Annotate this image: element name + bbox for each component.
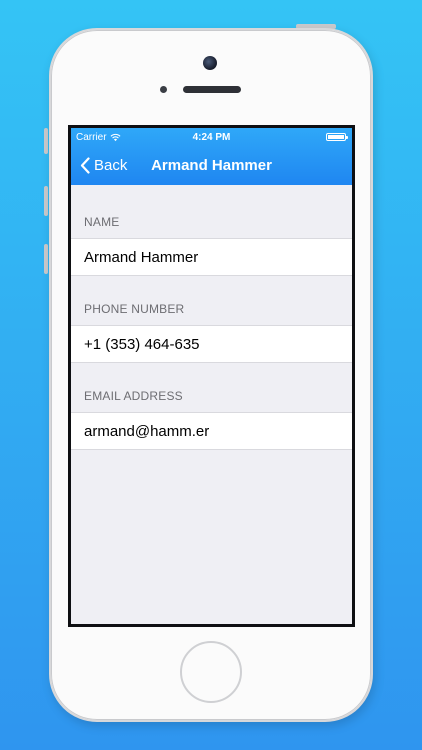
volume-up-button	[44, 186, 48, 216]
name-cell[interactable]: Armand Hammer	[71, 238, 352, 276]
section-header-email: EMAIL ADDRESS	[84, 389, 183, 403]
email-cell[interactable]: armand@hamm.er	[71, 412, 352, 450]
proximity-sensor	[160, 86, 167, 93]
front-camera	[203, 56, 217, 70]
earpiece-speaker	[183, 86, 241, 93]
phone-cell[interactable]: +1 (353) 464-635	[71, 325, 352, 363]
section-header-phone: PHONE NUMBER	[84, 302, 185, 316]
title-bar: Back Armand Hammer	[71, 146, 352, 185]
back-chevron-icon	[80, 157, 90, 174]
phone-screen: Carrier 4:24 PM Back Armand Hammer NAME …	[68, 125, 355, 627]
battery-icon	[326, 133, 348, 141]
app-display: Carrier 4:24 PM Back Armand Hammer NAME …	[71, 128, 352, 624]
status-bar: Carrier 4:24 PM	[71, 128, 352, 146]
volume-down-button	[44, 244, 48, 274]
back-button[interactable]: Back	[71, 157, 127, 174]
status-time: 4:24 PM	[192, 131, 231, 143]
back-label: Back	[94, 157, 128, 174]
navigation-bar: Carrier 4:24 PM Back Armand Hammer	[71, 128, 352, 185]
home-button[interactable]	[180, 641, 242, 703]
section-header-name: NAME	[84, 215, 120, 229]
mute-switch	[44, 128, 48, 154]
